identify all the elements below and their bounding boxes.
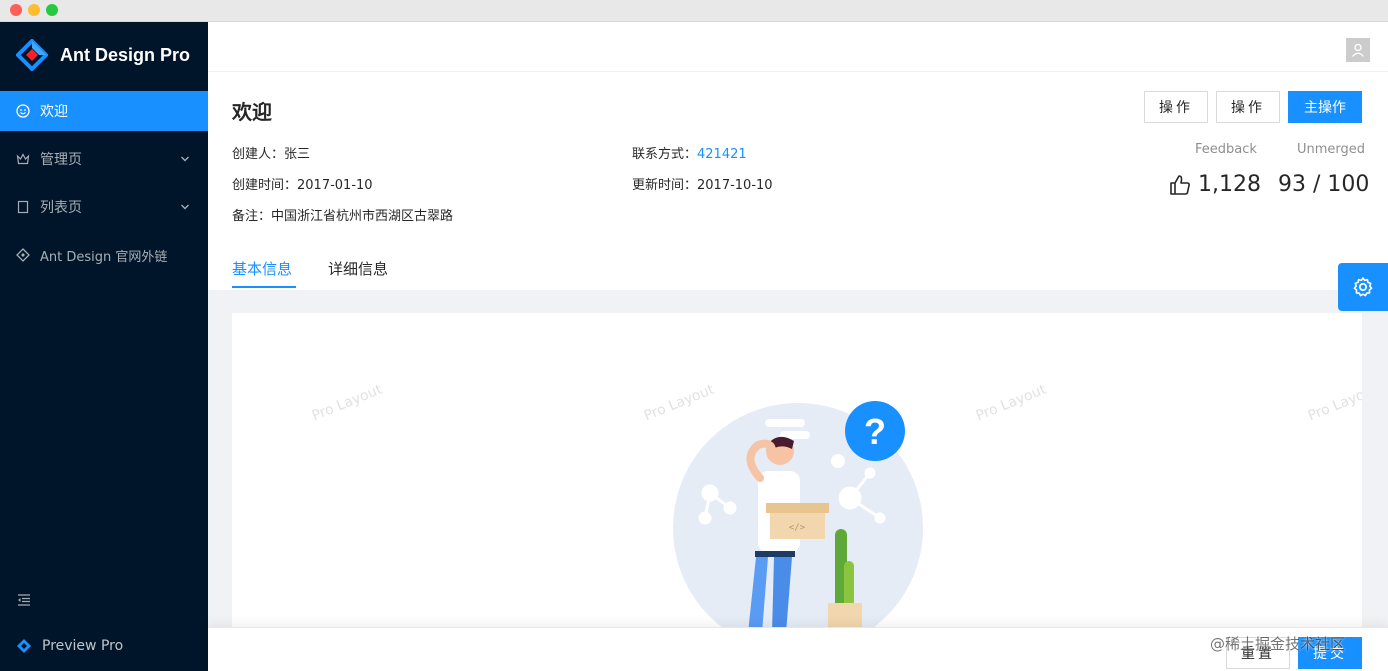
sidebar: Ant Design Pro 欢迎 管理页 列表页 Ant Design 官网外… (0, 22, 208, 671)
description-updated-time: 更新时间：2017-10-10 (632, 174, 773, 193)
description-label: 备注： (232, 209, 272, 224)
chevron-down-icon (180, 152, 190, 168)
sidebar-item-ant-design-link[interactable]: Ant Design 官网外链 (0, 235, 208, 275)
crown-icon (16, 152, 30, 166)
contact-link[interactable]: 421421 (697, 147, 747, 162)
description-value: 2017-01-10 (297, 178, 373, 193)
description-creator: 创建人：张三 (232, 143, 310, 162)
settings-drawer-button[interactable] (1338, 263, 1388, 311)
top-header (208, 22, 1388, 72)
menu-fold-icon[interactable] (16, 592, 32, 612)
sidebar-item-label: 列表页 (40, 200, 82, 216)
sidebar-item-admin[interactable]: 管理页 (0, 139, 208, 179)
description-value: 2017-10-10 (697, 178, 773, 193)
juejin-watermark: @稀土掘金技术社区 (1210, 635, 1346, 653)
description-label: 创建人： (232, 147, 285, 162)
feedback-value: 1,128 (1198, 172, 1261, 197)
feedback-stat: 1,128 (1168, 172, 1261, 197)
sidebar-item-list[interactable]: 列表页 (0, 187, 208, 227)
window-titlebar (0, 0, 1388, 22)
chevron-down-icon (180, 200, 190, 216)
description-contact: 联系方式：421421 (632, 143, 747, 162)
feedback-label: Feedback (1195, 142, 1257, 157)
user-avatar[interactable] (1346, 38, 1370, 62)
sidebar-item-welcome[interactable]: 欢迎 (0, 91, 208, 131)
empty-state-illustration: ? </> (673, 401, 923, 633)
table-icon (16, 200, 30, 214)
description-value: 中国浙江省杭州市西湖区古翠路 (271, 209, 454, 224)
description-value: 张三 (284, 147, 311, 162)
ant-design-logo-icon (16, 39, 48, 71)
smile-icon (16, 104, 30, 118)
minimize-window-button[interactable] (28, 4, 40, 16)
unmerged-label: Unmerged (1297, 142, 1366, 157)
description-remark: 备注：中国浙江省杭州市西湖区古翠路 (232, 205, 453, 224)
gear-icon (1353, 277, 1373, 297)
svg-text:?: ? (864, 411, 886, 452)
app-logo[interactable]: Ant Design Pro (16, 38, 190, 72)
watermark: Pro Layout (973, 381, 1049, 425)
like-icon (1170, 174, 1190, 195)
description-created-time: 创建时间：2017-01-10 (232, 174, 373, 193)
description-label: 创建时间： (232, 178, 298, 193)
user-icon (1352, 43, 1364, 57)
sidebar-item-label: 管理页 (40, 152, 82, 168)
app-title: Ant Design Pro (60, 44, 191, 65)
maximize-window-button[interactable] (46, 4, 58, 16)
description-label: 更新时间： (632, 178, 698, 193)
watermark: Pro Layout (309, 381, 385, 425)
action-button-1[interactable]: 操作 (1144, 91, 1208, 123)
primary-action-button[interactable]: 主操作 (1288, 91, 1362, 123)
sidebar-item-label: Ant Design 官网外链 (40, 249, 168, 265)
page-header: 欢迎 操作 操作 主操作 创建人：张三 联系方式：421421 创建时间：201… (208, 72, 1388, 290)
svg-text:</>: </> (789, 523, 806, 533)
diamond-icon (16, 248, 30, 262)
unmerged-value: 93 / 100 (1278, 172, 1370, 197)
close-window-button[interactable] (10, 4, 22, 16)
tab-ink-bar (232, 286, 296, 288)
tab-detail-info[interactable]: 详细信息 (328, 258, 388, 290)
content-card: Pro Layout Pro Layout Pro Layout Pro Lay… (232, 313, 1362, 633)
watermark: Pro Layout (1305, 381, 1362, 425)
sidebar-item-label: 欢迎 (40, 104, 68, 120)
action-button-2[interactable]: 操作 (1216, 91, 1280, 123)
description-label: 联系方式： (632, 147, 698, 162)
preview-pro-link[interactable]: Preview Pro (16, 638, 123, 654)
ant-design-logo-icon (17, 639, 31, 653)
page-title: 欢迎 (232, 100, 272, 124)
preview-pro-label: Preview Pro (42, 638, 124, 654)
